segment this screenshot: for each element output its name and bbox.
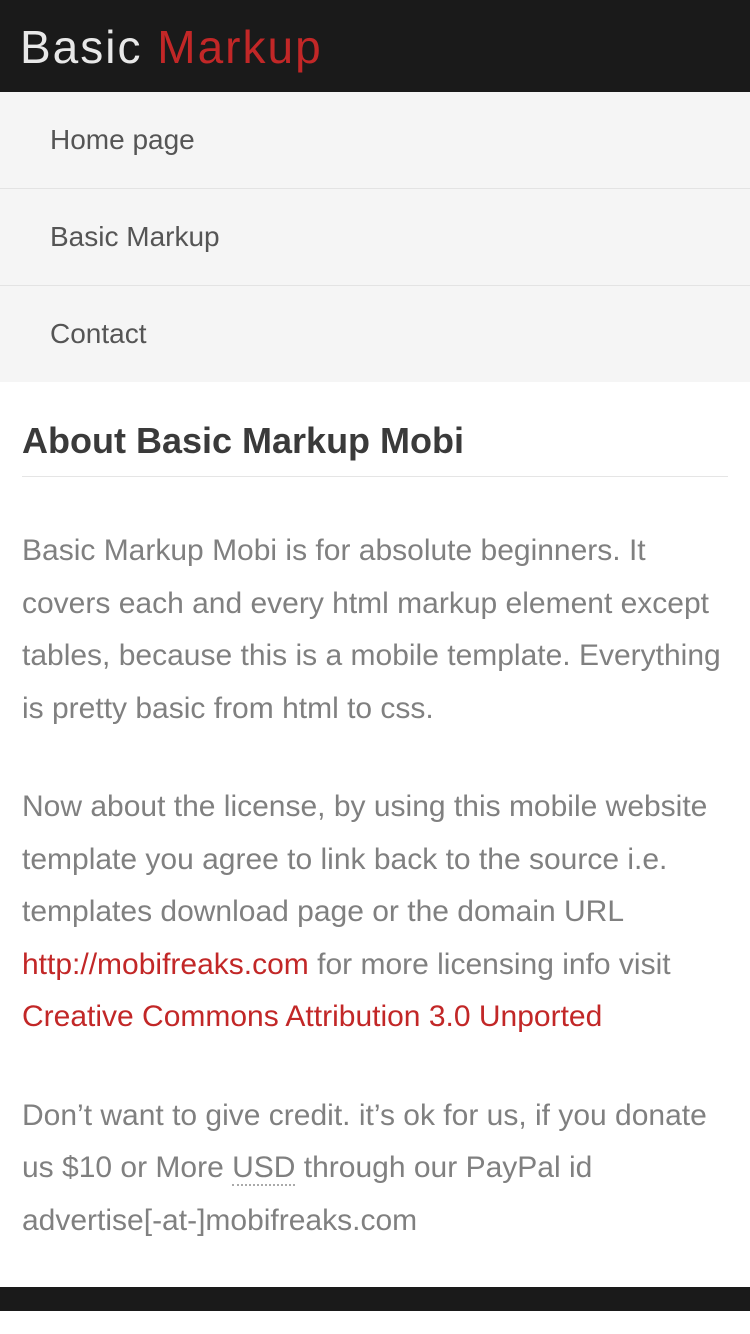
nav-item-home[interactable]: Home page xyxy=(0,92,750,189)
logo-word-basic: Basic xyxy=(20,21,142,73)
nav-item-label: Home page xyxy=(50,124,195,155)
header: Basic Markup xyxy=(0,0,750,92)
cc-license-link[interactable]: Creative Commons Attribution 3.0 Unporte… xyxy=(22,1000,602,1033)
intro-paragraph: Basic Markup Mobi is for absolute beginn… xyxy=(22,525,728,735)
license-paragraph: Now about the license, by using this mob… xyxy=(22,781,728,1044)
content: About Basic Markup Mobi Basic Markup Mob… xyxy=(0,382,750,1287)
page-title: About Basic Markup Mobi xyxy=(22,420,728,477)
donate-paragraph: Don’t want to give credit. it’s ok for u… xyxy=(22,1090,728,1248)
nav-item-label: Basic Markup xyxy=(50,221,220,252)
nav-item-contact[interactable]: Contact xyxy=(0,286,750,382)
logo-word-markup: Markup xyxy=(157,21,322,73)
license-text-a: Now about the license, by using this mob… xyxy=(22,790,707,928)
mobifreaks-link[interactable]: http://mobifreaks.com xyxy=(22,948,309,981)
main-nav: Home page Basic Markup Contact xyxy=(0,92,750,382)
site-logo[interactable]: Basic Markup xyxy=(20,20,730,74)
nav-item-label: Contact xyxy=(50,318,147,349)
usd-abbr: USD xyxy=(232,1151,295,1186)
nav-item-basic-markup[interactable]: Basic Markup xyxy=(0,189,750,286)
license-text-b: for more licensing info visit xyxy=(309,948,671,981)
footer xyxy=(0,1287,750,1311)
